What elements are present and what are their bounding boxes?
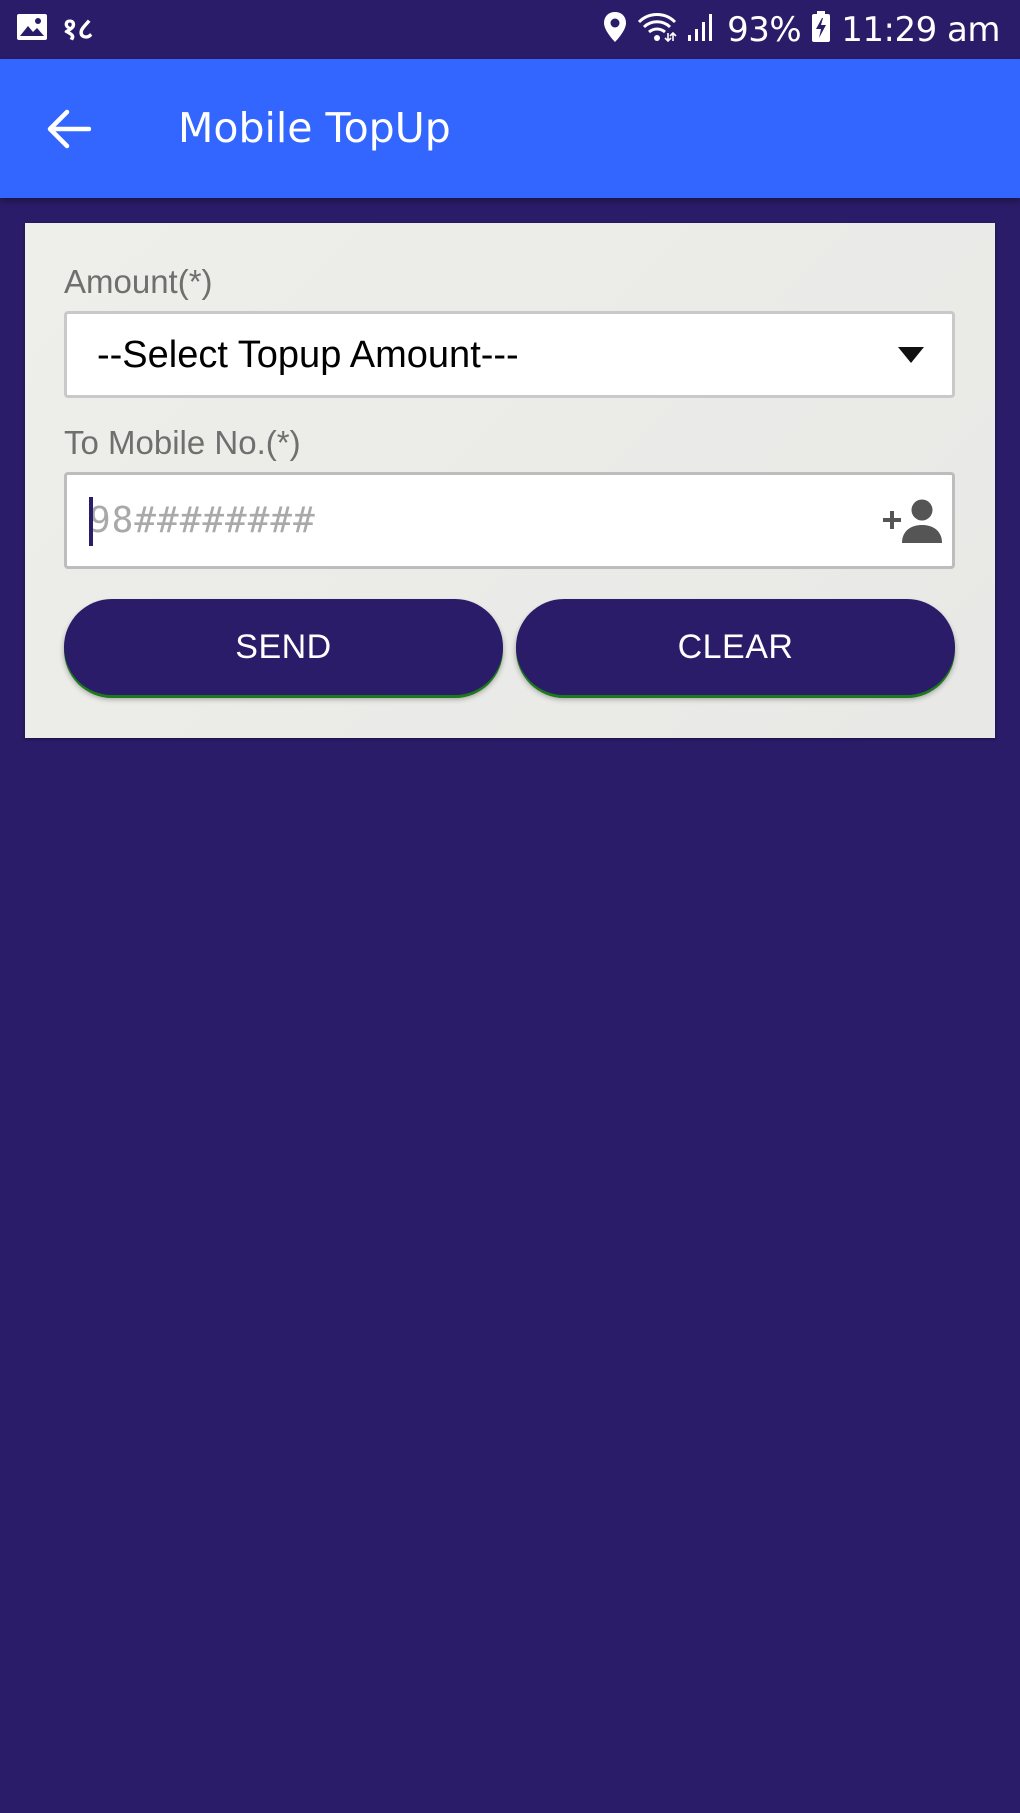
notification-script-icon: १८	[62, 11, 94, 47]
signal-icon	[687, 11, 717, 48]
mobile-number-input[interactable]	[89, 475, 849, 566]
dropdown-arrow-icon	[898, 346, 924, 363]
gallery-icon	[16, 13, 48, 46]
status-right: 93% 11:29 am	[603, 11, 1000, 48]
page-title: Mobile TopUp	[178, 104, 451, 152]
add-person-icon[interactable]	[880, 497, 946, 545]
mobile-label: To Mobile No.(*)	[64, 424, 301, 461]
status-bar: १८ 93% 11:29 am	[0, 0, 1020, 59]
amount-select-value: --Select Topup Amount---	[97, 333, 519, 376]
wifi-icon	[637, 11, 677, 48]
back-button[interactable]	[24, 84, 114, 174]
status-left: १८	[16, 13, 93, 46]
text-cursor	[89, 497, 93, 546]
mobile-input-container[interactable]	[64, 472, 955, 569]
clear-button[interactable]: CLEAR	[516, 599, 955, 695]
app-bar: Mobile TopUp	[0, 59, 1020, 198]
amount-select[interactable]: --Select Topup Amount---	[64, 311, 955, 398]
status-time: 11:29 am	[841, 9, 1000, 50]
battery-charging-icon	[811, 11, 831, 48]
arrow-left-icon	[47, 109, 91, 148]
send-button[interactable]: SEND	[64, 599, 503, 695]
topup-form-card: Amount(*) --Select Topup Amount--- To Mo…	[25, 223, 995, 738]
amount-label: Amount(*)	[64, 263, 213, 300]
location-icon	[603, 11, 627, 48]
battery-percent: 93%	[727, 9, 802, 50]
